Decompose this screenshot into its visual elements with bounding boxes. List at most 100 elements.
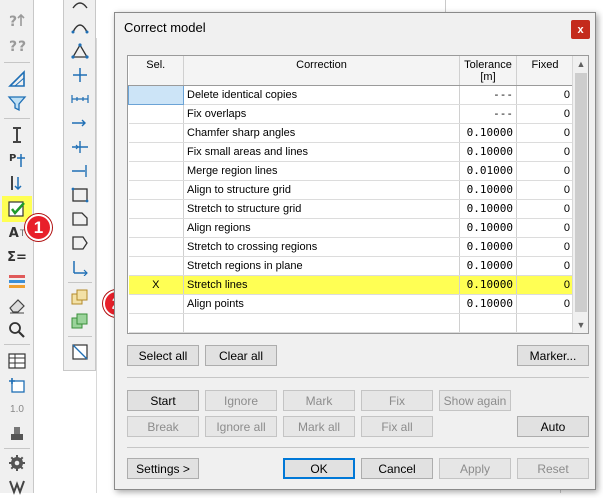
scroll-up-icon[interactable]: ▲ xyxy=(573,56,588,72)
layers-color-icon[interactable] xyxy=(4,270,30,292)
column-header-sel[interactable]: Sel. xyxy=(128,56,184,86)
row-sel-cell[interactable] xyxy=(128,123,184,143)
column-header-fixed[interactable]: Fixed xyxy=(516,56,574,86)
sum-icon[interactable]: Σ= xyxy=(4,246,30,268)
overflow-icon[interactable] xyxy=(4,476,30,498)
grid-scrollbar[interactable]: ▲ ▼ xyxy=(572,56,588,333)
column-header-correction[interactable]: Correction xyxy=(183,56,460,86)
row-tolerance-cell[interactable]: 0.10000 xyxy=(459,237,517,257)
auto-button[interactable]: Auto xyxy=(517,416,589,437)
row-tolerance-cell[interactable]: 0.10000 xyxy=(459,123,517,143)
table-row[interactable]: Merge region lines 0.01000 0 xyxy=(128,161,574,181)
row-sel-cell[interactable]: X xyxy=(128,275,184,295)
triangle-ruler-icon[interactable] xyxy=(4,68,30,90)
row-tolerance-cell[interactable]: 0.10000 xyxy=(459,218,517,238)
row-sel-cell[interactable] xyxy=(128,180,184,200)
gear-icon[interactable] xyxy=(4,452,30,474)
row-sel-cell[interactable] xyxy=(128,142,184,162)
row-sel-cell[interactable] xyxy=(128,294,184,314)
toolbar-arrow-help-icon[interactable]: ? xyxy=(4,10,30,32)
table-row[interactable]: Fix overlaps --- 0 xyxy=(128,104,574,124)
marker-button[interactable]: Marker... xyxy=(517,345,589,366)
table-row[interactable]: Stretch to crossing regions 0.10000 0 xyxy=(128,237,574,257)
reset-button[interactable]: Reset xyxy=(517,458,589,479)
row-sel-cell[interactable] xyxy=(128,218,184,238)
region-copy-icon[interactable] xyxy=(68,286,92,308)
row-correction-cell: Delete identical copies xyxy=(183,85,460,105)
polygon-icon[interactable] xyxy=(68,232,92,254)
row-tolerance-cell[interactable]: 0.10000 xyxy=(459,256,517,276)
break-button[interactable]: Break xyxy=(127,416,199,437)
numbering-icon[interactable]: 1.0 xyxy=(4,398,30,420)
fix-all-button[interactable]: Fix all xyxy=(361,416,433,437)
triangle-points-icon[interactable] xyxy=(68,40,92,62)
filter-icon[interactable] xyxy=(4,92,30,114)
close-button[interactable]: x xyxy=(571,20,590,39)
row-tolerance-cell[interactable]: 0.10000 xyxy=(459,199,517,219)
row-tolerance-cell[interactable]: 0.01000 xyxy=(459,161,517,181)
dimension-line-icon[interactable] xyxy=(68,88,92,110)
table-icon[interactable] xyxy=(4,350,30,372)
cancel-button[interactable]: Cancel xyxy=(361,458,433,479)
row-tolerance-cell[interactable]: 0.10000 xyxy=(459,180,517,200)
ignore-button[interactable]: Ignore xyxy=(205,390,277,411)
table-row[interactable]: Align to structure grid 0.10000 0 xyxy=(128,180,574,200)
axis-icon[interactable] xyxy=(68,256,92,278)
settings-button[interactable]: Settings > xyxy=(127,458,199,479)
chamfer-icon[interactable] xyxy=(68,208,92,230)
start-button[interactable]: Start xyxy=(127,390,199,411)
row-sel-cell[interactable] xyxy=(128,161,184,181)
row-sel-cell[interactable] xyxy=(128,199,184,219)
row-sel-cell[interactable] xyxy=(128,84,184,105)
eraser-icon[interactable] xyxy=(4,294,30,316)
row-tolerance-cell[interactable] xyxy=(459,313,517,333)
table-row[interactable]: X Stretch lines 0.10000 0 xyxy=(128,275,574,295)
arc-icon[interactable] xyxy=(68,16,92,38)
curve-tool-icon[interactable] xyxy=(68,0,92,16)
add-element-icon[interactable] xyxy=(4,374,30,396)
row-sel-cell[interactable] xyxy=(128,313,184,333)
search-icon[interactable] xyxy=(4,318,30,340)
row-tolerance-cell[interactable]: 0.10000 xyxy=(459,294,517,314)
scroll-down-icon[interactable]: ▼ xyxy=(573,317,588,333)
mark-button[interactable]: Mark xyxy=(283,390,355,411)
row-sel-cell[interactable] xyxy=(128,237,184,257)
table-row[interactable]: Stretch to structure grid 0.10000 0 xyxy=(128,199,574,219)
table-row[interactable] xyxy=(128,313,574,333)
point-label-icon[interactable]: P xyxy=(4,148,30,170)
mark-all-button[interactable]: Mark all xyxy=(283,416,355,437)
apply-button[interactable]: Apply xyxy=(439,458,511,479)
vertical-dimension-icon[interactable] xyxy=(4,172,30,194)
region-merge-icon[interactable] xyxy=(68,310,92,332)
scroll-thumb[interactable] xyxy=(575,73,587,312)
ignore-all-button[interactable]: Ignore all xyxy=(205,416,277,437)
stamp-icon[interactable] xyxy=(4,422,30,444)
row-tolerance-cell[interactable]: 0.10000 xyxy=(459,142,517,162)
table-row[interactable]: Align regions 0.10000 0 xyxy=(128,218,574,238)
hatch-icon[interactable] xyxy=(68,341,92,363)
row-sel-cell[interactable] xyxy=(128,256,184,276)
extend-icon[interactable] xyxy=(68,160,92,182)
split-icon[interactable] xyxy=(68,136,92,158)
fix-button[interactable]: Fix xyxy=(361,390,433,411)
table-row[interactable]: Align points 0.10000 0 xyxy=(128,294,574,314)
clear-all-button[interactable]: Clear all xyxy=(205,345,277,366)
table-row[interactable]: Delete identical copies --- 0 xyxy=(128,84,574,105)
table-row[interactable]: Stretch regions in plane 0.10000 0 xyxy=(128,256,574,276)
rectangle-icon[interactable] xyxy=(68,184,92,206)
cross-snap-icon[interactable] xyxy=(68,64,92,86)
row-tolerance-cell[interactable]: 0.10000 xyxy=(459,275,517,295)
table-row[interactable]: Fix small areas and lines 0.10000 0 xyxy=(128,142,574,162)
row-correction-cell: Stretch regions in plane xyxy=(183,256,460,276)
text-cursor-icon[interactable] xyxy=(4,124,30,146)
row-tolerance-cell[interactable]: --- xyxy=(459,104,517,124)
row-tolerance-cell[interactable]: --- xyxy=(459,85,517,105)
row-sel-cell[interactable] xyxy=(128,104,184,124)
select-all-button[interactable]: Select all xyxy=(127,345,199,366)
ok-button[interactable]: OK xyxy=(283,458,355,479)
table-row[interactable]: Chamfer sharp angles 0.10000 0 xyxy=(128,123,574,143)
show-again-button[interactable]: Show again xyxy=(439,390,511,411)
arrow-right-icon[interactable] xyxy=(68,112,92,134)
column-header-tolerance[interactable]: Tolerance [m] xyxy=(459,56,517,86)
help-question-icon[interactable]: ?? xyxy=(4,35,30,57)
